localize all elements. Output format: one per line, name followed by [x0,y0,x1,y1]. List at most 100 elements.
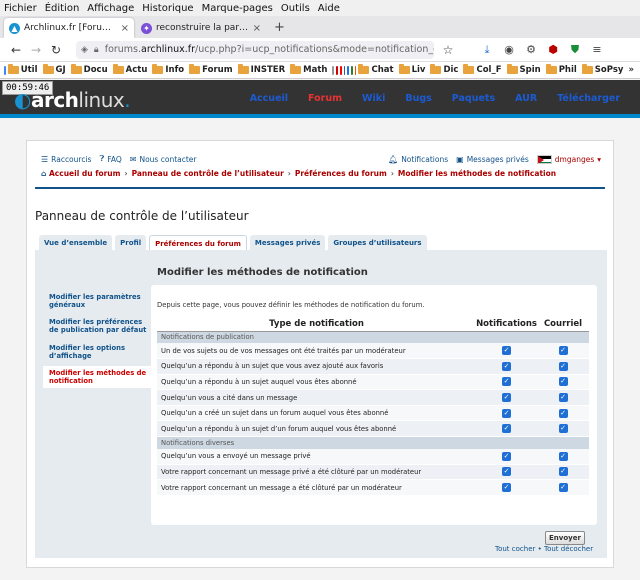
bookmark-folder[interactable]: Actu [112,64,147,75]
bookmark-favicon-icon[interactable] [351,65,353,75]
breadcrumb: ⌂ Accueil du forum › Panneau de contrôle d… [41,169,557,178]
browser-tab-efi[interactable]: ✦ reconstruire la partition EFI × [136,18,266,38]
shield-extension-icon[interactable]: ⛊ [564,43,586,57]
email-checkbox[interactable]: ✓ [558,393,568,403]
bookmark-favicon-icon[interactable] [336,65,338,75]
bookmark-folder[interactable]: Liv [398,64,425,75]
reload-icon[interactable]: ↻ [46,43,66,57]
sidenav-general-settings[interactable]: Modifier les paramètres généraux [43,290,155,312]
notification-checkbox[interactable]: ✓ [502,377,512,387]
bookmark-folder[interactable]: GJ [42,64,66,75]
notification-checkbox[interactable]: ✓ [502,467,512,477]
account-icon[interactable]: ◉ [498,43,520,56]
download-icon[interactable]: ⤓ [476,43,498,57]
sidenav-display-options[interactable]: Modifier les options d’affichage [43,341,155,363]
faq-link[interactable]: ❓︎ FAQ [99,154,121,164]
crumb-home[interactable]: Accueil du forum [49,169,120,178]
bookmark-folder[interactable]: INSTER [237,64,285,75]
arch-nav-paquets[interactable]: Paquets [452,93,495,104]
crumb-ucp[interactable]: Panneau de contrôle de l’utilisateur [132,169,284,178]
notification-type: Quelqu’un a répondu à un sujet auquel vo… [157,374,477,391]
wikipedia-favicon-icon[interactable] [332,65,335,75]
user-menu[interactable]: dmganges ▾ [536,154,601,164]
email-checkbox[interactable]: ✓ [558,346,568,356]
mark-all-link[interactable]: Tout cocher [495,545,535,553]
private-messages-link[interactable]: ▣ Messages privés [456,155,529,164]
menu-marque-pages[interactable]: Marque-pages [202,3,273,14]
bookmark-favicon-icon[interactable] [354,65,357,75]
notification-checkbox[interactable]: ✓ [502,483,512,493]
email-checkbox[interactable]: ✓ [558,424,568,434]
column-header: Type de notification [157,317,477,332]
bookmark-folder[interactable]: Util [7,64,38,75]
menu-historique[interactable]: Historique [142,3,193,14]
notifications-link[interactable]: 🔔︎ Notifications [388,155,448,164]
menu-fichier[interactable]: Fichier [4,3,37,14]
extensions-icon[interactable]: ⚙ [520,43,542,56]
crumb-notifications[interactable]: Modifier les méthodes de notification [398,169,556,178]
ublock-icon[interactable]: ⬢ [542,43,564,56]
logo-swirl-icon: ◐ [14,88,31,112]
notification-checkbox[interactable]: ✓ [502,346,512,356]
arch-nav-wiki[interactable]: Wiki [362,93,385,104]
email-checkbox[interactable]: ✓ [558,467,568,477]
menu-affichage[interactable]: Affichage [87,3,134,14]
arch-nav-forum[interactable]: Forum [308,93,342,104]
forward-icon[interactable]: → [26,43,46,57]
archlinux-logo[interactable]: ◐archlinux. [14,88,131,112]
google-favicon-icon[interactable] [4,65,6,75]
submit-button[interactable]: Envoyer [545,531,585,545]
notification-checkbox[interactable]: ✓ [502,361,512,371]
menu-edition[interactable]: Édition [45,3,80,14]
bookmark-folder[interactable]: Col_F [463,64,502,75]
notification-checkbox[interactable]: ✓ [502,451,512,461]
arch-nav: Accueil Forum Wiki Bugs Paquets AUR Télé… [230,93,620,104]
url-bar[interactable]: ◈ 🔒︎ forums. archlinux.fr/ucp.php?i=ucp_n… [76,40,434,59]
bookmark-folder[interactable]: Phil [545,64,577,75]
bookmark-folder[interactable]: Docu [70,64,108,75]
bookmark-folder[interactable]: Spin [506,64,541,75]
bookmark-star-icon[interactable]: ☆ [438,43,458,57]
email-checkbox[interactable]: ✓ [558,451,568,461]
bookmark-folder[interactable]: SoPsy [581,64,623,75]
arch-nav-accueil[interactable]: Accueil [250,93,288,104]
menu-outils[interactable]: Outils [281,3,310,14]
crumb-prefs[interactable]: Préférences du forum [295,169,387,178]
browser-tab-forum[interactable]: ▲ Archlinux.fr [Forums] - Panneau × [4,18,134,38]
notification-checkbox[interactable]: ✓ [502,393,512,403]
sidenav-notification-methods[interactable]: Modifier les méthodes de notification [43,365,155,389]
bookmark-favicon-icon[interactable] [347,65,350,75]
back-icon[interactable]: ← [6,43,26,57]
bookmark-favicon-icon[interactable] [343,65,346,75]
email-checkbox[interactable]: ✓ [558,377,568,387]
menu-aide[interactable]: Aide [318,3,340,14]
shortcuts-link[interactable]: ☰ Raccourcis [41,155,91,164]
unmark-all-link[interactable]: Tout décocher [544,545,593,553]
bookmark-folder[interactable]: Math [290,64,327,75]
email-checkbox[interactable]: ✓ [558,483,568,493]
arch-nav-telecharger[interactable]: Télécharger [557,93,620,104]
notification-checkbox[interactable]: ✓ [502,424,512,434]
notification-type: Votre rapport concernant un message priv… [157,464,477,481]
bookmark-folder[interactable]: Info [152,64,184,75]
contact-link[interactable]: ✉ Nous contacter [130,155,197,164]
arch-nav-aur[interactable]: AUR [515,93,537,104]
app-menu-icon[interactable]: ≡ [586,43,608,56]
bookmark-folder[interactable]: Dic [430,64,458,75]
bookmark-folder[interactable]: Chat [358,64,394,75]
sidenav-posting-defaults[interactable]: Modifier les préférences de publication … [43,315,155,337]
youtube-favicon-icon[interactable] [339,65,342,75]
email-checkbox[interactable]: ✓ [558,361,568,371]
bookmark-folder[interactable]: Forum [189,64,233,75]
close-tab-icon[interactable]: × [253,23,261,34]
close-tab-icon[interactable]: × [121,23,129,34]
notification-type: Quelqu’un a répondu à un sujet que vous … [157,358,477,375]
column-header: Courriel [537,317,589,332]
new-tab-button[interactable]: + [268,20,291,38]
arch-nav-bugs[interactable]: Bugs [405,93,431,104]
bookmarks-overflow-button[interactable]: » [629,65,635,75]
lock-icon: 🔒︎ [93,44,99,55]
email-checkbox[interactable]: ✓ [558,408,568,418]
notification-checkbox[interactable]: ✓ [502,408,512,418]
notification-type: Quelqu’un a créé un sujet dans un forum … [157,405,477,422]
